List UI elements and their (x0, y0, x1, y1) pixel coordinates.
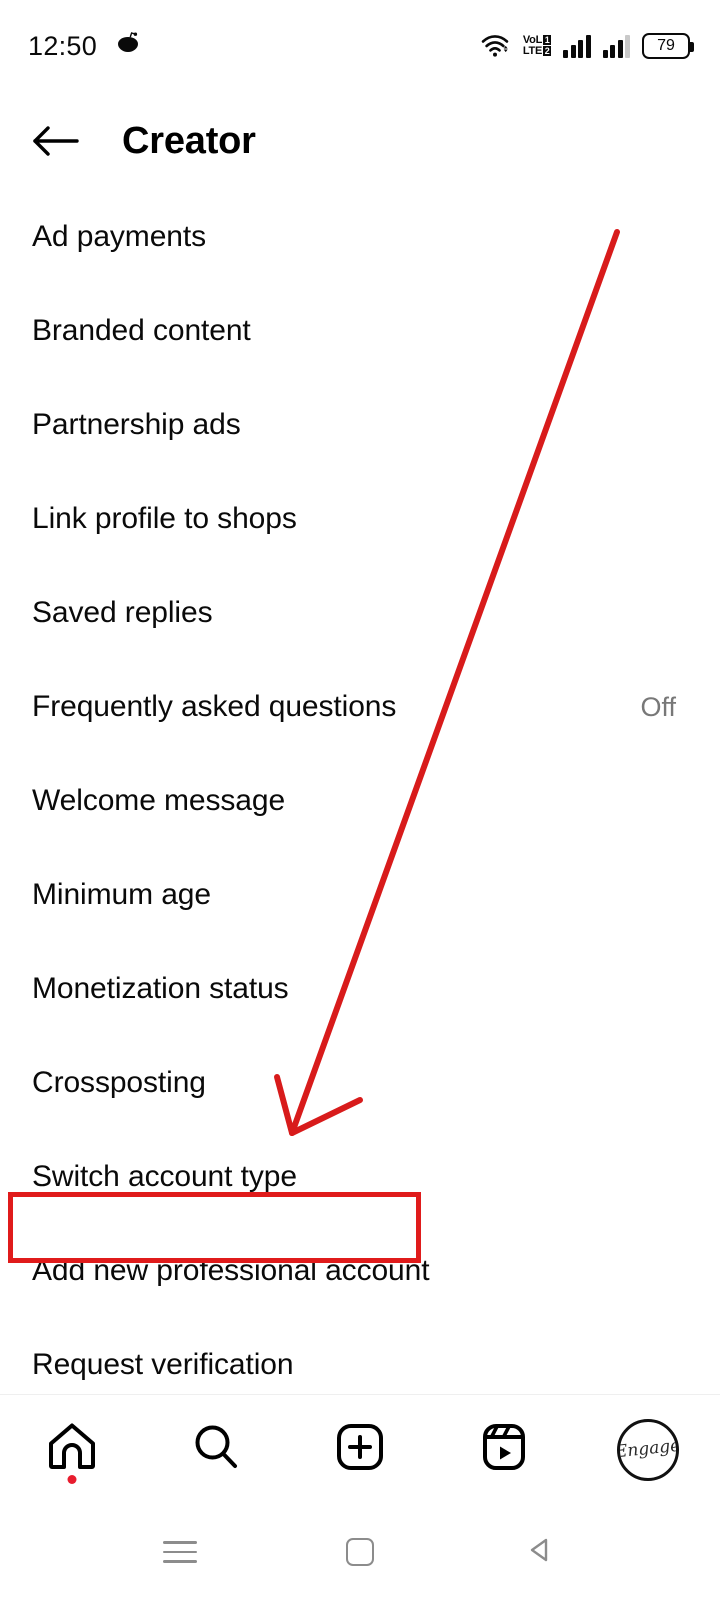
list-item-label: Crossposting (32, 1066, 206, 1099)
back-triangle-icon (525, 1535, 555, 1570)
recents-button[interactable] (145, 1522, 215, 1582)
back-arrow-icon[interactable] (18, 103, 94, 179)
list-item-label: Monetization status (32, 972, 289, 1005)
list-item[interactable]: Link profile to shops (0, 472, 720, 566)
list-item-label: Frequently asked questions (32, 690, 397, 723)
clock: 12:50 (28, 30, 98, 61)
search-icon (189, 1420, 243, 1479)
back-button[interactable] (505, 1522, 575, 1582)
list-item[interactable]: Request verification (0, 1318, 720, 1394)
list-item-label: Branded content (32, 314, 251, 347)
volte-icon: VoL 1 LTE 2 (522, 34, 551, 57)
list-item[interactable]: Crossposting (0, 1036, 720, 1130)
bottom-tab-bar[interactable]: Engage (0, 1394, 720, 1504)
status-bar-right: VoL 1 LTE 2 79 (481, 33, 694, 59)
status-bar-left: 12:50 (28, 31, 141, 62)
battery-percent: 79 (657, 37, 675, 54)
home-notification-badge (67, 1474, 77, 1484)
creator-settings-list[interactable]: Ad payments Branded content Partnership … (0, 190, 720, 1394)
list-item-label: Minimum age (32, 878, 211, 911)
list-item[interactable]: Branded content (0, 284, 720, 378)
list-item[interactable]: Saved replies (0, 566, 720, 660)
list-item[interactable]: Add new professional account (0, 1224, 720, 1318)
system-navigation-bar[interactable] (0, 1504, 720, 1600)
list-item-label: Ad payments (32, 220, 206, 253)
tab-profile[interactable]: Engage (593, 1402, 703, 1498)
avatar-label: Engage (617, 1435, 679, 1463)
tab-home[interactable] (17, 1402, 127, 1498)
list-item[interactable]: Minimum age (0, 848, 720, 942)
tab-create[interactable] (305, 1402, 415, 1498)
signal-bars-icon-sim2 (602, 34, 630, 58)
list-item-switch-account-type[interactable]: Switch account type (0, 1130, 720, 1224)
battery-icon: 79 (642, 33, 694, 59)
wifi-icon (481, 33, 511, 59)
reddit-alien-icon (115, 31, 141, 61)
list-item[interactable]: Ad payments (0, 190, 720, 284)
list-item-label: Switch account type (32, 1160, 297, 1193)
menu-lines-icon (163, 1541, 197, 1563)
status-bar: 12:50 VoL 1 LTE 2 79 (0, 0, 720, 92)
signal-bars-icon-sim1 (563, 34, 591, 58)
plus-square-icon (333, 1420, 387, 1479)
list-item-label: Saved replies (32, 596, 213, 629)
home-square-icon (346, 1538, 374, 1566)
list-item-label: Request verification (32, 1348, 294, 1381)
list-item-label: Partnership ads (32, 408, 241, 441)
app-header: Creator (0, 92, 720, 190)
home-icon (45, 1420, 99, 1479)
list-item-value: Off (640, 691, 676, 722)
tab-search[interactable] (161, 1402, 271, 1498)
list-item-label: Welcome message (32, 784, 286, 817)
home-button[interactable] (325, 1522, 395, 1582)
tab-reels[interactable] (449, 1402, 559, 1498)
list-item-label: Link profile to shops (32, 502, 297, 535)
list-item[interactable]: Welcome message (0, 754, 720, 848)
list-item[interactable]: Partnership ads (0, 378, 720, 472)
list-item-label: Add new professional account (32, 1254, 430, 1287)
phone-screen: 12:50 VoL 1 LTE 2 79 Creator Ad payments… (0, 0, 720, 1600)
avatar: Engage (617, 1418, 679, 1481)
list-item[interactable]: Frequently asked questions Off (0, 660, 720, 754)
list-item[interactable]: Monetization status (0, 942, 720, 1036)
reels-icon (477, 1420, 531, 1479)
page-title: Creator (122, 119, 256, 162)
